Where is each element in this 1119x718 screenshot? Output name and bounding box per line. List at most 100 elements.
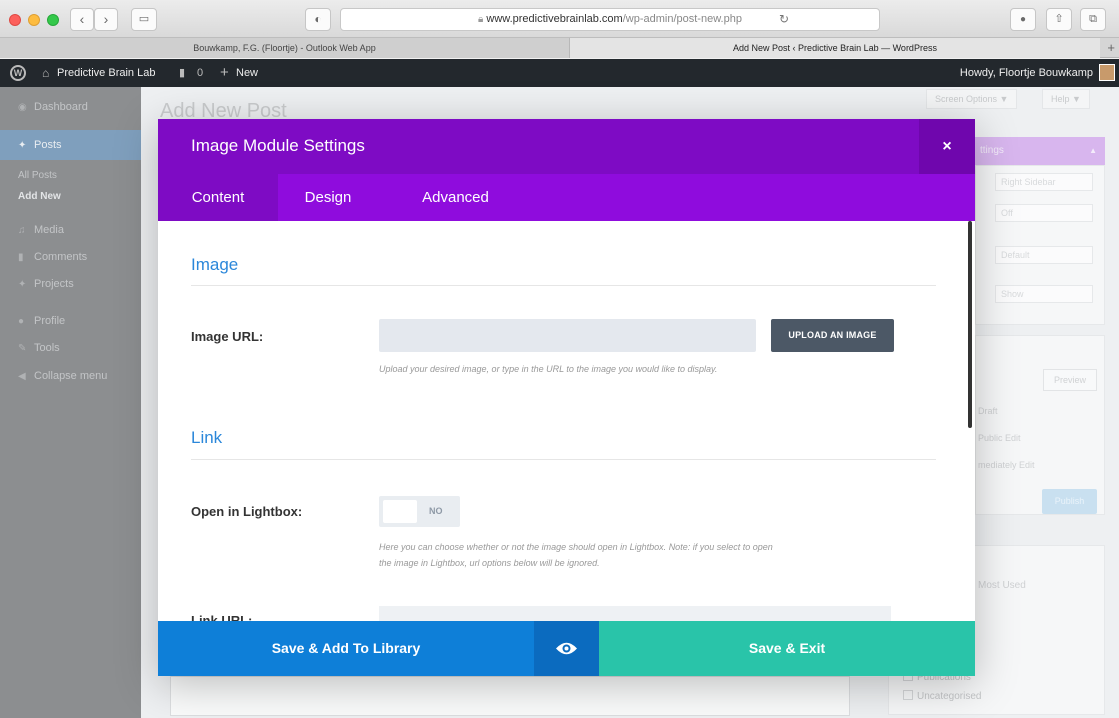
pin-icon: ✦ <box>18 279 27 290</box>
dot-nav-select[interactable]: Off <box>995 204 1093 222</box>
layout-select[interactable]: Right Sidebar <box>995 173 1093 191</box>
sidebar-item-label: Media <box>34 224 64 236</box>
comment-icon[interactable]: ▮ <box>179 59 185 87</box>
image-url-help: Upload your desired image, or type in th… <box>379 364 718 374</box>
help-button[interactable]: Help ▼ <box>1042 89 1090 109</box>
avatar[interactable] <box>1099 64 1115 81</box>
show-select[interactable]: Show <box>995 285 1093 303</box>
settings-box-title: ttings <box>980 145 1004 156</box>
browser-tab-wordpress[interactable]: Add New Post ‹ Predictive Brain Lab — Wo… <box>570 38 1100 58</box>
user-icon: ● <box>18 316 25 327</box>
divider <box>191 285 936 286</box>
browser-tab-outlook[interactable]: Bouwkamp, F.G. (Floortje) - Outlook Web … <box>0 38 570 58</box>
most-used-tab[interactable]: Most Used <box>978 580 1026 591</box>
category-label: Uncategorised <box>917 691 982 702</box>
image-module-settings-modal: Image Module Settings × Content Design A… <box>158 119 975 676</box>
tabs-overview-icon[interactable]: ⧉ <box>1080 8 1106 31</box>
sidebar-item-posts[interactable]: ✦ Posts <box>0 130 141 160</box>
sidebar-item-label: Posts <box>34 139 62 151</box>
save-add-to-library-button[interactable]: Save & Add To Library <box>158 621 534 676</box>
checkbox[interactable] <box>903 690 913 700</box>
close-window-button[interactable] <box>9 14 21 26</box>
new-tab-icon[interactable]: + <box>1107 38 1115 58</box>
tab-content[interactable]: Content <box>158 174 278 221</box>
scrollbar[interactable] <box>968 221 972 428</box>
sidebar-item-label: Comments <box>34 251 88 263</box>
lock-icon: 🔒︎ <box>478 14 484 25</box>
modal-footer: Save & Add To Library Save & Exit <box>158 621 975 676</box>
collapse-icon: ◀ <box>18 371 26 382</box>
preview-button[interactable] <box>534 621 599 676</box>
share-icon[interactable]: ⇧ <box>1046 8 1072 31</box>
category-item[interactable]: Uncategorised <box>903 690 981 702</box>
sidebar-item-collapse[interactable]: ◀ Collapse menu <box>0 370 141 382</box>
comments-count: 0 <box>197 67 204 79</box>
browser-tab-bar: Bouwkamp, F.G. (Floortje) - Outlook Web … <box>0 38 1119 58</box>
sidebar-item-media[interactable]: ♫ Media <box>0 224 141 236</box>
link-section-title: Link <box>191 428 223 447</box>
chevron-up-icon[interactable]: ▲ <box>1089 137 1097 165</box>
image-url-input[interactable] <box>379 319 756 352</box>
image-url-label: Image URL: <box>191 329 264 344</box>
sidebar-item-label: Tools <box>34 342 60 354</box>
minimize-window-button[interactable] <box>28 14 40 26</box>
toggle-state: NO <box>429 506 443 516</box>
post-title-select[interactable]: Default <box>995 246 1093 264</box>
sidebar-toggle-icon[interactable]: ▭ <box>131 8 157 31</box>
sidebar-item-dashboard[interactable]: ◉ Dashboard <box>0 101 141 113</box>
forward-icon[interactable]: › <box>94 8 118 31</box>
divider <box>191 459 936 460</box>
howdy-user-link[interactable]: Howdy, Floortje Bouwkamp <box>960 59 1093 87</box>
tab-design[interactable]: Design <box>278 174 378 221</box>
admin-sidebar: ◉ Dashboard ✦ Posts All Posts Add New ♫ Med… <box>0 87 141 718</box>
status-text: Draft <box>978 406 998 416</box>
sidebar-item-tools[interactable]: ✎ Tools <box>0 342 141 354</box>
save-exit-button[interactable]: Save & Exit <box>599 621 975 676</box>
sidebar-subitem-all-posts[interactable]: All Posts <box>18 170 57 181</box>
modal-tab-bar: Content Design Advanced <box>158 174 975 221</box>
media-icon: ♫ <box>18 225 26 236</box>
comment-icon: ▮ <box>18 252 24 263</box>
sidebar-item-label: Collapse menu <box>34 370 108 382</box>
address-bar[interactable]: 🔒︎ www.predictivebrainlab.com/wp-admin/po… <box>340 8 880 31</box>
dashboard-icon: ◉ <box>18 102 27 113</box>
new-content-link[interactable]: New <box>236 59 258 87</box>
eye-icon <box>556 642 577 655</box>
sidebar-item-profile[interactable]: ● Profile <box>0 315 141 327</box>
publish-box <box>975 335 1105 515</box>
download-icon[interactable]: ● <box>1010 8 1036 31</box>
plus-icon: + <box>220 64 229 81</box>
lightbox-toggle[interactable]: NO <box>379 496 460 527</box>
sidebar-item-comments[interactable]: ▮ Comments <box>0 251 141 263</box>
sidebar-item-label: Profile <box>34 315 66 327</box>
tab-advanced[interactable]: Advanced <box>408 174 503 221</box>
home-icon: ⌂ <box>42 66 50 80</box>
modal-title: Image Module Settings <box>191 136 365 155</box>
editor-area[interactable] <box>170 676 850 716</box>
preview-button[interactable]: Preview <box>1043 369 1097 391</box>
link-url-input[interactable] <box>379 606 891 621</box>
sidebar-item-projects[interactable]: ✦ Projects <box>0 278 141 290</box>
sidebar-item-label: Projects <box>34 278 74 290</box>
privacy-shield-icon[interactable]: ◐ <box>305 8 331 31</box>
url-host: www.predictivebrainlab.com <box>486 13 623 25</box>
url-path: /wp-admin/post-new.php <box>622 13 742 25</box>
settings-box-header: ttings ▲ <box>975 137 1105 165</box>
lightbox-help-line-1: Here you can choose whether or not the i… <box>379 542 773 552</box>
modal-body[interactable]: Image Image URL: UPLOAD AN IMAGE Upload … <box>158 221 970 621</box>
wordpress-logo-icon[interactable]: W <box>10 65 26 81</box>
visibility-text: Public Edit <box>978 433 1021 443</box>
sidebar-subitem-add-new[interactable]: Add New <box>18 191 61 202</box>
close-icon[interactable]: × <box>919 119 975 174</box>
image-section-title: Image <box>191 255 239 274</box>
publish-button[interactable]: Publish <box>1042 489 1097 514</box>
toggle-knob <box>383 500 417 523</box>
link-url-label: Link URL: <box>191 613 253 621</box>
upload-image-button[interactable]: UPLOAD AN IMAGE <box>771 319 894 352</box>
sidebar-item-label: Dashboard <box>34 101 88 113</box>
back-icon[interactable]: ‹ <box>70 8 94 31</box>
screen-options-button[interactable]: Screen Options ▼ <box>926 89 1018 109</box>
reload-icon[interactable]: ↻ <box>779 9 789 30</box>
site-name-link[interactable]: Predictive Brain Lab <box>57 59 155 87</box>
zoom-window-button[interactable] <box>47 14 59 26</box>
